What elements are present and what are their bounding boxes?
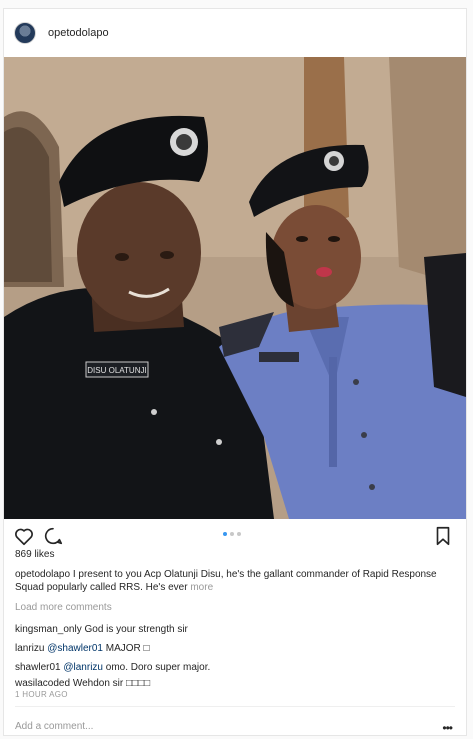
- caption-more-link[interactable]: more: [190, 582, 213, 593]
- post-photo[interactable]: DISU OLATUNJI: [4, 57, 466, 519]
- caption-text: I present to you Acp Olatunji Disu, he's…: [15, 569, 437, 593]
- comment-username[interactable]: wasilacoded: [15, 678, 70, 689]
- avatar[interactable]: [14, 22, 36, 44]
- photo-illustration: DISU OLATUNJI: [4, 57, 466, 519]
- carousel-indicator: [223, 532, 241, 536]
- post-actions: [4, 525, 466, 553]
- comment-item: lanrizu @shawler01 MAJOR □: [15, 643, 150, 654]
- carousel-dot-3[interactable]: [237, 532, 241, 536]
- comment-text: Wehdon sir □□□□: [72, 678, 151, 689]
- comment-username[interactable]: shawler01: [15, 662, 61, 673]
- comment-bubble-icon: [44, 527, 63, 545]
- post-header: opetodolapo: [4, 9, 466, 57]
- comment-username[interactable]: lanrizu: [15, 643, 44, 654]
- carousel-dot-1[interactable]: [223, 532, 227, 536]
- caption-username[interactable]: opetodolapo: [15, 569, 70, 580]
- post-caption: opetodolapo I present to you Acp Olatunj…: [15, 568, 455, 594]
- comment-text: God is your strength sir: [84, 624, 188, 635]
- comment-username[interactable]: kingsman_only: [15, 624, 82, 635]
- post-username[interactable]: opetodolapo: [48, 27, 109, 39]
- save-button[interactable]: [432, 525, 456, 549]
- comment-mention[interactable]: @lanrizu: [63, 662, 103, 673]
- nametag-text: DISU OLATUNJI: [87, 366, 146, 375]
- post-card: opetodolapo DISU OLATUNJI 869 likes opet…: [3, 8, 467, 736]
- post-timestamp[interactable]: 1 HOUR AGO: [15, 690, 68, 699]
- comment-text: MAJOR □: [105, 643, 150, 654]
- bookmark-icon: [436, 526, 450, 546]
- carousel-dot-2[interactable]: [230, 532, 234, 536]
- comment-item: wasilacoded Wehdon sir □□□□: [15, 678, 150, 689]
- comment-item: kingsman_only God is your strength sir: [15, 624, 188, 635]
- load-more-comments[interactable]: Load more comments: [15, 602, 112, 613]
- more-options-button[interactable]: •••: [442, 721, 453, 735]
- add-comment-input[interactable]: Add a comment...: [15, 721, 93, 732]
- comment-item: shawler01 @lanrizu omo. Doro super major…: [15, 662, 210, 673]
- comment-button[interactable]: [42, 525, 66, 549]
- heart-icon: [15, 528, 33, 546]
- like-button[interactable]: [13, 525, 37, 549]
- comment-mention[interactable]: @shawler01: [47, 643, 103, 654]
- comment-text: omo. Doro super major.: [105, 662, 211, 673]
- divider: [15, 706, 455, 707]
- like-count[interactable]: 869 likes: [15, 549, 54, 560]
